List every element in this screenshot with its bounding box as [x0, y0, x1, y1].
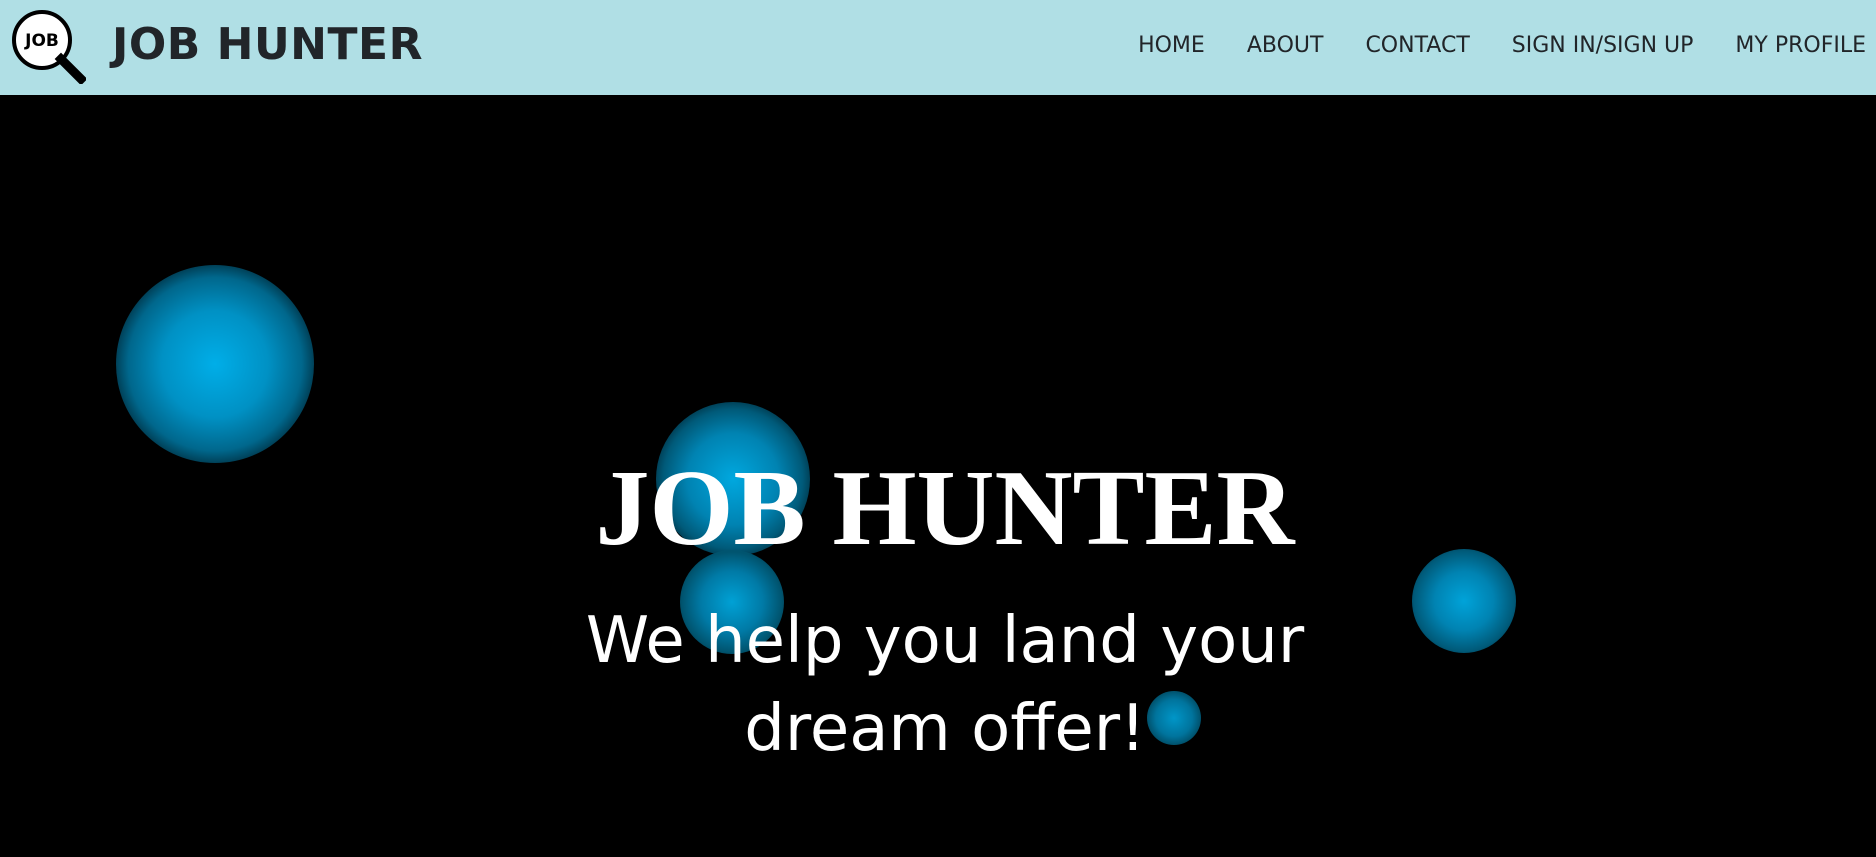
main-navigation: HOME ABOUT CONTACT SIGN IN/SIGN UP MY PR… [1096, 0, 1866, 90]
hero-section: JOB HUNTER We help you land your dream o… [0, 95, 1876, 857]
glowing-blue-orb [116, 265, 314, 463]
logo-text: JOB [24, 31, 59, 51]
nav-home-link[interactable]: HOME [1138, 33, 1205, 58]
nav-about-link[interactable]: ABOUT [1247, 33, 1324, 58]
nav-sign-in-sign-up-link[interactable]: SIGN IN/SIGN UP [1512, 33, 1694, 58]
hero-subtitle: We help you land your dream offer! [585, 604, 1305, 766]
nav-my-profile-link[interactable]: MY PROFILE [1735, 33, 1866, 58]
top-navbar: JOB JOB HUNTER HOME ABOUT CONTACT SIGN I… [0, 0, 1876, 95]
brand-title[interactable]: JOB HUNTER [112, 14, 423, 76]
nav-contact-link[interactable]: CONTACT [1365, 33, 1469, 58]
job-magnifying-glass-icon[interactable]: JOB [8, 6, 86, 84]
hero-title: JOB HUNTER [595, 449, 1295, 569]
